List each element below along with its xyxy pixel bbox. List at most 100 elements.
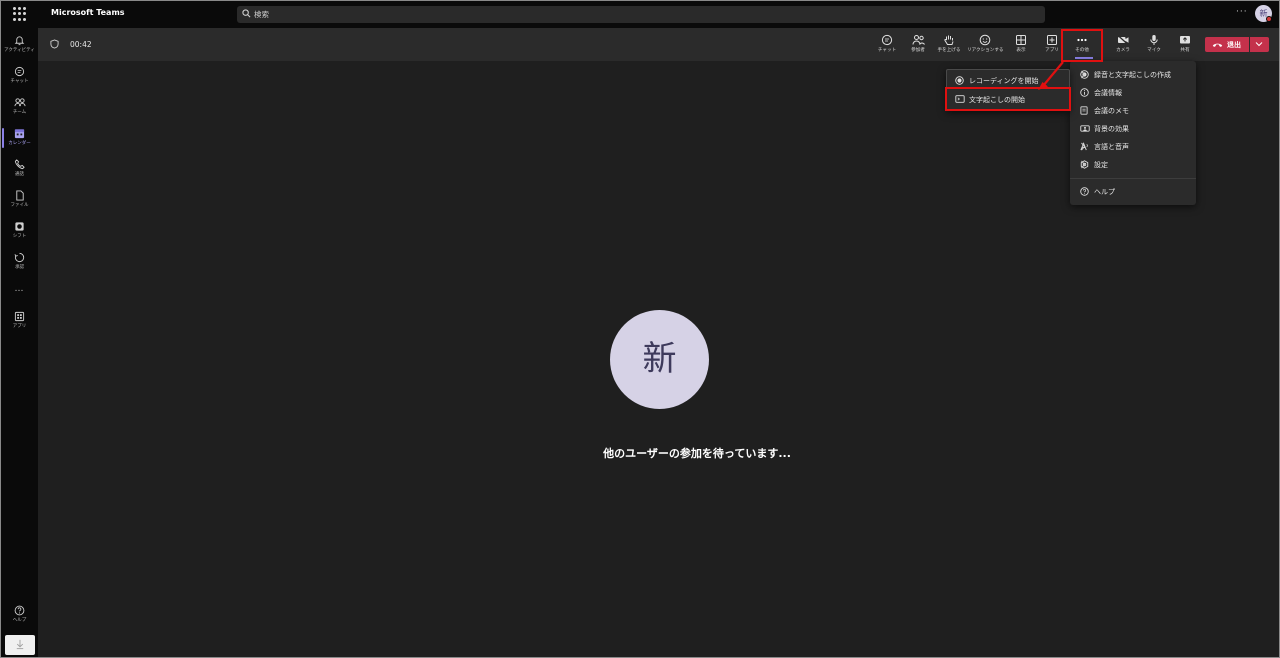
search-icon bbox=[242, 9, 251, 18]
menu-item-label: 言語と音声 bbox=[1094, 143, 1129, 151]
participants-button[interactable]: 参加者 bbox=[903, 33, 933, 59]
leave-button[interactable]: 退出 bbox=[1205, 37, 1249, 52]
rail-label: アクティビティ bbox=[4, 48, 35, 53]
leave-options-button[interactable] bbox=[1250, 37, 1269, 52]
app-launcher-icon[interactable] bbox=[13, 7, 27, 21]
presence-busy-icon bbox=[1266, 16, 1272, 22]
rail-item-approvals[interactable]: 承認 bbox=[1, 248, 38, 276]
chevron-right-icon bbox=[1081, 70, 1086, 79]
reactions-button[interactable]: リアクションする bbox=[967, 33, 1004, 59]
teams-icon bbox=[14, 98, 25, 107]
search-placeholder: 検索 bbox=[254, 10, 269, 19]
menu-item-record-transcribe[interactable]: 録音と文字起こしの作成 bbox=[1070, 66, 1196, 84]
menu-item-meeting-info[interactable]: 会議情報 bbox=[1070, 84, 1196, 102]
rail-label: ファイル bbox=[10, 203, 29, 208]
more-options-icon[interactable]: ··· bbox=[1236, 7, 1248, 17]
rail-label: カレンダー bbox=[8, 141, 31, 146]
chevron-down-icon bbox=[1255, 42, 1263, 47]
highlight-more-button bbox=[1061, 29, 1103, 62]
rail-label: アプリ bbox=[12, 324, 27, 329]
rail-item-apps[interactable]: アプリ bbox=[1, 307, 38, 335]
menu-item-help[interactable]: ヘルプ bbox=[1070, 183, 1196, 201]
share-button[interactable]: 共有 bbox=[1170, 33, 1200, 59]
leave-label: 退出 bbox=[1227, 41, 1241, 49]
menu-divider bbox=[1070, 178, 1196, 179]
participants-label: 参加者 bbox=[911, 48, 925, 53]
raise-hand-button[interactable]: 手を上げる bbox=[934, 33, 964, 59]
bell-icon bbox=[14, 36, 25, 46]
rail-item-chat[interactable]: チャット bbox=[1, 62, 38, 90]
share-screen-icon bbox=[1180, 36, 1190, 44]
rail-label: チーム bbox=[12, 110, 27, 115]
reactions-label: リアクションする bbox=[967, 48, 1004, 53]
download-icon bbox=[16, 639, 24, 650]
participants-icon bbox=[912, 35, 925, 45]
menu-item-label: 会議のメモ bbox=[1094, 107, 1129, 115]
more-actions-menu: 録音と文字起こしの作成 会議情報 会議のメモ 背景の効果 言語と音声 設定 ヘル… bbox=[1070, 61, 1196, 205]
mic-label: マイク bbox=[1147, 48, 1161, 53]
record-icon bbox=[955, 76, 964, 85]
hang-up-icon bbox=[1212, 43, 1223, 47]
menu-item-label: 設定 bbox=[1094, 161, 1108, 169]
add-app-icon bbox=[1047, 35, 1057, 45]
menu-item-label: 録音と文字起こしの作成 bbox=[1094, 71, 1171, 79]
teams-window: Microsoft Teams 検索 ··· 新 アクティビティ チャット チー… bbox=[0, 0, 1280, 658]
title-bar: Microsoft Teams 検索 ··· 新 bbox=[1, 1, 1279, 28]
file-icon bbox=[15, 190, 24, 201]
chat-button[interactable]: チャット bbox=[872, 33, 902, 59]
rail-label: ヘルプ bbox=[12, 618, 27, 623]
rail-item-teams[interactable]: チーム bbox=[1, 93, 38, 121]
menu-item-meeting-notes[interactable]: 会議のメモ bbox=[1070, 102, 1196, 120]
notes-icon bbox=[1080, 106, 1088, 115]
grid-view-icon bbox=[1016, 35, 1026, 45]
menu-item-label: 背景の効果 bbox=[1094, 125, 1129, 133]
chevron-right-icon bbox=[1081, 160, 1086, 169]
rail-item-shifts[interactable]: シフト bbox=[1, 217, 38, 245]
app-rail: アクティビティ チャット チーム カレンダー 通話 ファイル シフト 承認 … … bbox=[1, 28, 38, 657]
camera-off-icon bbox=[1117, 35, 1128, 45]
chat-label: チャット bbox=[877, 48, 897, 53]
approvals-icon bbox=[14, 252, 25, 263]
help-icon bbox=[14, 605, 25, 616]
rail-item-activity[interactable]: アクティビティ bbox=[1, 31, 38, 59]
help-icon bbox=[1080, 187, 1089, 196]
view-label: 表示 bbox=[1016, 48, 1026, 53]
rail-item-files[interactable]: ファイル bbox=[1, 186, 38, 214]
menu-item-settings[interactable]: 設定 bbox=[1070, 156, 1196, 174]
menu-item-background-effects[interactable]: 背景の効果 bbox=[1070, 120, 1196, 138]
mic-button[interactable]: マイク bbox=[1139, 33, 1169, 59]
camera-label: カメラ bbox=[1116, 48, 1130, 53]
camera-button[interactable]: カメラ bbox=[1108, 33, 1138, 59]
chat-icon bbox=[14, 66, 25, 77]
view-button[interactable]: 表示 bbox=[1006, 33, 1036, 59]
raise-hand-label: 手を上げる bbox=[937, 48, 961, 53]
participant-avatar: 新 bbox=[610, 310, 709, 409]
rail-more-icon[interactable]: … bbox=[1, 284, 38, 294]
menu-item-label: 会議情報 bbox=[1094, 89, 1122, 97]
chat-icon bbox=[881, 34, 893, 46]
rail-item-help[interactable]: ヘルプ bbox=[1, 601, 38, 629]
download-button[interactable] bbox=[5, 635, 35, 655]
rail-item-calendar[interactable]: カレンダー bbox=[1, 124, 38, 152]
start-recording-label: レコーディングを開始 bbox=[969, 77, 1039, 85]
annotation-arrow-icon bbox=[1038, 61, 1064, 90]
rail-label: 通話 bbox=[15, 172, 24, 177]
smiley-icon bbox=[979, 34, 991, 46]
microphone-icon bbox=[1150, 35, 1158, 45]
rail-label: 承認 bbox=[15, 265, 24, 270]
menu-item-language-speech[interactable]: 言語と音声 bbox=[1070, 138, 1196, 156]
phone-icon bbox=[14, 159, 25, 170]
meeting-timer: 00:42 bbox=[70, 40, 92, 49]
rail-item-calls[interactable]: 通話 bbox=[1, 155, 38, 183]
shield-icon bbox=[50, 39, 59, 49]
rail-label: シフト bbox=[12, 234, 27, 239]
share-label: 共有 bbox=[1180, 48, 1190, 53]
avatar[interactable]: 新 bbox=[1255, 5, 1272, 22]
calendar-icon bbox=[14, 129, 25, 139]
search-input[interactable]: 検索 bbox=[237, 6, 1045, 23]
menu-item-label: ヘルプ bbox=[1094, 188, 1115, 196]
info-icon bbox=[1080, 88, 1089, 97]
background-effects-icon bbox=[1080, 125, 1090, 132]
chevron-right-icon bbox=[1081, 142, 1086, 151]
raise-hand-icon bbox=[944, 35, 954, 45]
